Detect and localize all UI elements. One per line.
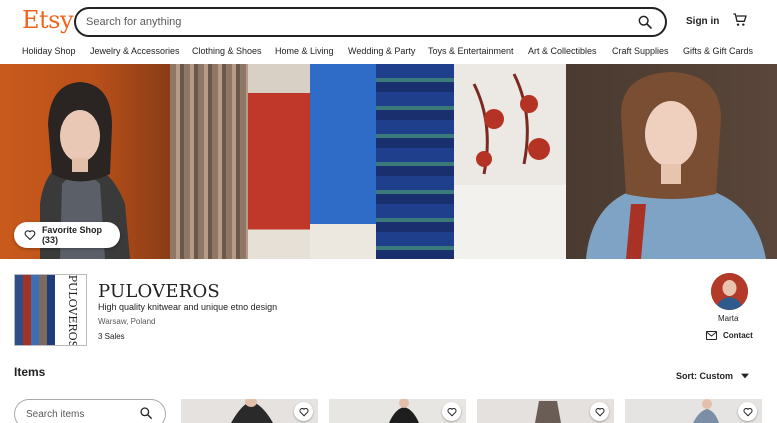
shop-name: PULOVEROS [98,281,220,302]
category-nav: Holiday Shop Jewelry & Accessories Cloth… [0,44,777,60]
owner-avatar[interactable] [711,273,748,310]
owner-avatar-image [711,273,748,310]
sort-label: Sort: Custom [676,371,733,381]
cart-icon[interactable] [732,12,748,28]
contact-label: Contact [723,331,753,340]
owner-name[interactable]: Marta [718,314,738,323]
site-header: Etsy Sign in Holiday Shop Jewelry & Acce… [0,0,777,64]
nav-item-wedding[interactable]: Wedding & Party [348,46,415,56]
mail-icon [706,331,717,340]
favorite-shop-button[interactable]: Favorite Shop (33) [14,222,120,248]
banner-fabric-5 [454,64,566,259]
listing-favorite-button[interactable] [590,402,609,421]
fabric-flower-illustration [472,73,550,175]
heart-icon [446,407,457,416]
banner-fabric-4 [376,64,454,259]
global-search-bar[interactable] [74,7,667,37]
nav-item-toys[interactable]: Toys & Entertainment [428,46,514,56]
listing-card[interactable] [625,399,762,423]
nav-item-clothing[interactable]: Clothing & Shoes [192,46,262,56]
heart-icon [298,407,309,416]
nav-item-craft[interactable]: Craft Supplies [612,46,669,56]
heart-icon [742,407,753,416]
items-heading: Items [14,365,46,379]
shop-tagline: High quality knitwear and unique etno de… [98,302,278,312]
heart-icon [24,230,36,241]
sort-dropdown[interactable]: Sort: Custom [676,371,749,381]
shop-sales-count[interactable]: 3 Sales [98,332,125,341]
caret-down-icon [741,373,749,379]
model-right-illustration [586,72,766,259]
listing-card[interactable] [477,399,614,423]
search-icon[interactable] [637,14,653,30]
shop-search-input[interactable] [26,407,136,421]
sign-in-link[interactable]: Sign in [686,16,719,27]
heart-icon [594,407,605,416]
search-icon[interactable] [139,406,153,420]
shop-icon[interactable]: PULOVEROS [14,274,87,346]
nav-item-jewelry[interactable]: Jewelry & Accessories [90,46,180,56]
listing-favorite-button[interactable] [294,402,313,421]
contact-button[interactable]: Contact [706,331,753,340]
shop-icon-text-wrap: PULOVEROS [59,274,86,346]
listing-card[interactable] [181,399,318,423]
listing-favorite-button[interactable] [442,402,461,421]
nav-item-home-living[interactable]: Home & Living [275,46,334,56]
banner-model-right [566,64,777,259]
shop-icon-text: PULOVEROS [66,274,80,346]
shop-location: Warsaw, Poland [98,317,156,326]
nav-item-art[interactable]: Art & Collectibles [528,46,597,56]
banner-fabric-3 [310,64,376,259]
banner-fabric-1 [170,64,248,259]
favorite-shop-label: Favorite Shop (33) [41,225,102,245]
banner-fabric-2 [248,64,310,259]
global-search-input[interactable] [86,13,626,31]
etsy-logo[interactable]: Etsy [22,6,74,34]
shop-search-bar[interactable] [14,399,166,423]
listing-favorite-button[interactable] [738,402,757,421]
nav-item-gifts[interactable]: Gifts & Gift Cards [683,46,753,56]
listing-card[interactable] [329,399,466,423]
nav-item-holiday-shop[interactable]: Holiday Shop [22,46,76,56]
